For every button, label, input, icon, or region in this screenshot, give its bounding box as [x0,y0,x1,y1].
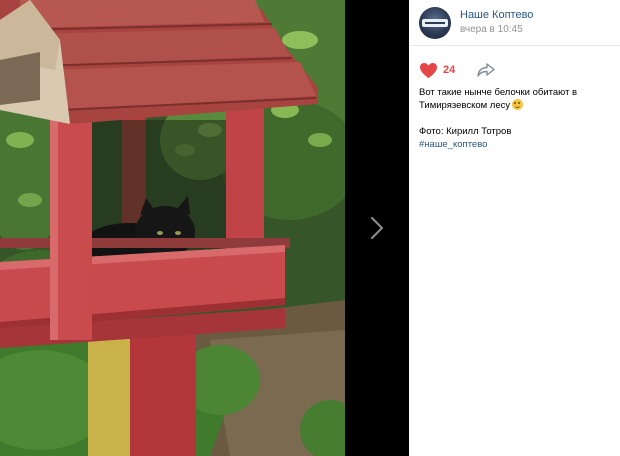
post-photo[interactable] [0,0,345,456]
photo-viewer [0,0,409,456]
photo-credit: Фото: Кирилл Тотров [419,126,512,137]
post-panel: Наше Коптево вчера в 10:45 24 Вот такие … [409,0,620,456]
heart-icon [420,62,437,78]
community-logo [422,19,448,27]
grinning-face-emoji [512,99,524,110]
hashtag-link[interactable]: #наше_коптево [419,139,487,150]
post-time[interactable]: вчера в 10:45 [460,24,523,35]
next-photo-button[interactable] [345,0,409,456]
post-text-content: Вот такие нынче белочки обитают в Тимиря… [419,87,578,111]
like-count: 24 [443,64,456,76]
share-arrow-icon [477,63,495,77]
chevron-right-icon [370,216,384,240]
avatar[interactable] [419,7,451,39]
post-text: Вот такие нынче белочки обитают в Тимиря… [419,86,615,151]
share-button[interactable] [477,63,495,77]
post-text-line: Вот такие нынче белочки обитают в Тимиря… [419,86,615,112]
like-button[interactable]: 24 [419,62,455,79]
post-header: Наше Коптево вчера в 10:45 [409,0,620,46]
post-actions: 24 [419,61,495,79]
author-name[interactable]: Наше Коптево [460,9,533,21]
